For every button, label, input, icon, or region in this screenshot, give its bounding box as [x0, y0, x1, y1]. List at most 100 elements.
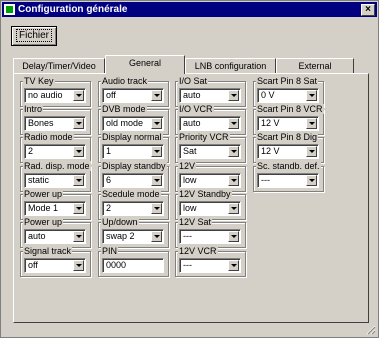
dropdown-arrow-icon[interactable]: [306, 90, 317, 101]
dropdown-arrow-icon[interactable]: [73, 118, 84, 129]
i-o-sat-select[interactable]: auto: [179, 88, 241, 103]
dropdown-arrow-icon[interactable]: [228, 175, 239, 186]
dropdown-arrow-icon[interactable]: [73, 90, 84, 101]
dropdown-arrow-icon[interactable]: [73, 175, 84, 186]
intro-select[interactable]: Bones: [24, 116, 86, 131]
dropdown-arrow-icon[interactable]: [306, 175, 317, 186]
dropdown-arrow-icon[interactable]: [73, 231, 84, 242]
select-value: off: [28, 260, 38, 270]
app-icon: [4, 4, 15, 15]
sc-standb-def-select[interactable]: ---: [257, 173, 319, 188]
tab-delay-timer-video[interactable]: Delay/Timer/Video: [13, 58, 105, 73]
select-value: ---: [183, 231, 192, 241]
input-value: 0000: [106, 260, 127, 270]
display-normal-select[interactable]: 1: [102, 144, 164, 159]
scart-pin-8-sat-select[interactable]: 0 V: [257, 88, 319, 103]
group-scart-pin-8-dig: Scart Pin 8 Dig 12 V: [253, 132, 324, 163]
select-value: 12 V: [261, 118, 280, 128]
scedule-mode-select[interactable]: 2: [102, 201, 164, 216]
group-label: Sc. standb. def.: [256, 161, 321, 171]
dropdown-arrow-icon[interactable]: [151, 231, 162, 242]
power-up-select[interactable]: Mode 1: [24, 201, 86, 216]
rad-disp-mode-select[interactable]: static: [24, 173, 86, 188]
power-up-select[interactable]: auto: [24, 229, 86, 244]
dropdown-arrow-icon[interactable]: [151, 118, 162, 129]
12v-sat-select[interactable]: ---: [179, 229, 241, 244]
group-scedule-mode: Scedule mode 2: [98, 189, 169, 220]
group-power-up: Power up Mode 1: [20, 189, 91, 220]
dropdown-arrow-icon[interactable]: [73, 146, 84, 157]
dropdown-arrow-icon[interactable]: [73, 203, 84, 214]
dropdown-arrow-icon[interactable]: [228, 203, 239, 214]
group-label: Scart Pin 8 VCR: [256, 104, 324, 114]
group-display-standby: Display standby 6: [98, 161, 169, 192]
group-rad-disp-mode: Rad. disp. mode static: [20, 161, 91, 192]
group-label: I/O VCR: [178, 104, 214, 114]
dvb-mode-select[interactable]: old mode: [102, 116, 164, 131]
select-value: 6: [106, 175, 112, 185]
i-o-vcr-select[interactable]: auto: [179, 116, 241, 131]
dropdown-arrow-icon[interactable]: [228, 260, 239, 271]
size-grip-icon[interactable]: [366, 325, 376, 335]
tab-external[interactable]: External: [276, 58, 354, 73]
dropdown-arrow-icon[interactable]: [151, 203, 162, 214]
priority-vcr-select[interactable]: Sat: [179, 144, 241, 159]
dropdown-arrow-icon[interactable]: [151, 146, 162, 157]
scart-pin-8-vcr-select[interactable]: 12 V: [257, 116, 319, 131]
dropdown-arrow-icon[interactable]: [151, 90, 162, 101]
dropdown-arrow-icon[interactable]: [306, 118, 317, 129]
select-value: no audio: [28, 90, 63, 100]
dropdown-arrow-icon[interactable]: [151, 175, 162, 186]
pin-input[interactable]: 0000: [102, 258, 164, 273]
group-label: 12V VCR: [178, 246, 218, 256]
group-label: Scart Pin 8 Sat: [256, 76, 319, 86]
group-label: Intro: [23, 104, 44, 114]
fichier-button[interactable]: Fichier: [11, 26, 57, 46]
group-label: DVB mode: [101, 104, 147, 114]
select-value: off: [106, 90, 116, 100]
general-panel: TV Key no audio Intro Bones Radio mode 2 Rad. …: [13, 73, 369, 323]
dropdown-arrow-icon[interactable]: [228, 118, 239, 129]
signal-track-select[interactable]: off: [24, 258, 86, 273]
select-value: static: [28, 175, 50, 185]
dropdown-arrow-icon[interactable]: [228, 90, 239, 101]
close-button[interactable]: ×: [361, 3, 375, 16]
dropdown-arrow-icon[interactable]: [306, 146, 317, 157]
tab-lnb-configuration[interactable]: LNB configuration: [185, 58, 276, 73]
tv-key-select[interactable]: no audio: [24, 88, 86, 103]
group-i-o-sat: I/O Sat auto: [175, 76, 246, 107]
12v-standby-select[interactable]: low: [179, 201, 241, 216]
title-bar[interactable]: Configuration générale ×: [2, 2, 377, 17]
select-value: 1: [106, 146, 112, 156]
dropdown-arrow-icon[interactable]: [228, 146, 239, 157]
select-value: old mode: [106, 118, 144, 128]
select-value: 12 V: [261, 146, 280, 156]
group-12v-standby: 12V Standby low: [175, 189, 246, 220]
select-value: Bones: [28, 118, 54, 128]
select-value: 2: [28, 146, 34, 156]
select-value: swap 2: [106, 231, 135, 241]
radio-mode-select[interactable]: 2: [24, 144, 86, 159]
up-down-select[interactable]: swap 2: [102, 229, 164, 244]
dropdown-arrow-icon[interactable]: [228, 231, 239, 242]
display-standby-select[interactable]: 6: [102, 173, 164, 188]
group-power-up: Power up auto: [20, 217, 91, 248]
group-label: 12V Standby: [178, 189, 232, 199]
group-label: 12V: [178, 161, 197, 171]
dropdown-arrow-icon[interactable]: [73, 260, 84, 271]
group-12v-sat: 12V Sat ---: [175, 217, 246, 248]
group-label: PIN: [101, 246, 119, 256]
group-scart-pin-8-sat: Scart Pin 8 Sat 0 V: [253, 76, 324, 107]
tab-general[interactable]: General: [105, 55, 185, 74]
group-label: Rad. disp. mode: [23, 161, 91, 171]
scart-pin-8-dig-select[interactable]: 12 V: [257, 144, 319, 159]
select-value: Sat: [183, 146, 197, 156]
12v-select[interactable]: low: [179, 173, 241, 188]
group-label: Radio mode: [23, 132, 74, 142]
12v-vcr-select[interactable]: ---: [179, 258, 241, 273]
group-label: Display standby: [101, 161, 167, 171]
config-window: Configuration générale × Fichier Delay/T…: [0, 0, 379, 338]
group-label: Priority VCR: [178, 132, 230, 142]
group-label: TV Key: [23, 76, 55, 86]
audio-track-select[interactable]: off: [102, 88, 164, 103]
